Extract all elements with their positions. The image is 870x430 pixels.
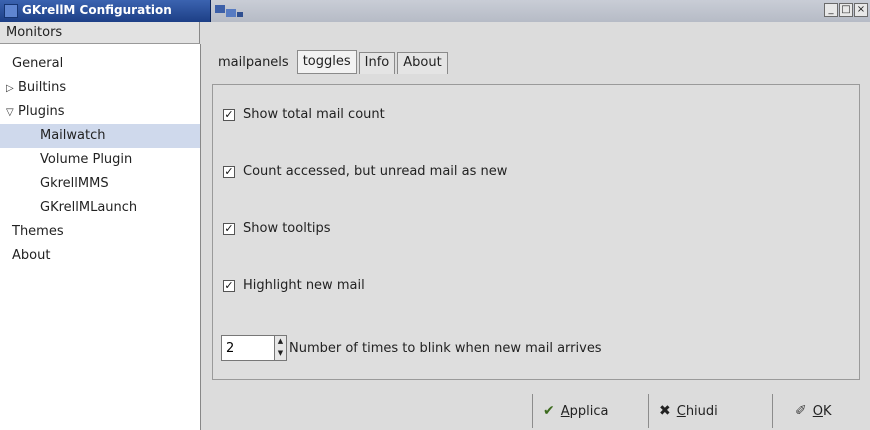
tree-item-label: General: [12, 56, 64, 71]
taskbar-decoration-icon: [215, 5, 243, 17]
window-title: GKrellM Configuration: [22, 3, 172, 17]
tab-bar: mailpanels toggles Info About: [212, 48, 450, 74]
blink-count-stepper[interactable]: ▲ ▼: [275, 335, 287, 361]
tree-item-label: About: [12, 248, 51, 263]
tree-item-general[interactable]: General: [0, 52, 200, 76]
tab-about[interactable]: About: [397, 52, 448, 74]
blink-count-label: Number of times to blink when new mail a…: [289, 340, 602, 356]
tree-item-builtins[interactable]: ▷ Builtins: [0, 76, 200, 100]
option-checkbox[interactable]: ✓: [223, 108, 235, 121]
close-window-button[interactable]: ×: [854, 3, 868, 17]
title-bar[interactable]: GKrellM Configuration _ □ ×: [0, 0, 870, 22]
ok-hand-icon: ✐: [795, 403, 807, 419]
tree-item-label: Mailwatch: [40, 128, 106, 143]
option-checkbox[interactable]: ✓: [223, 165, 235, 178]
window-controls: _ □ ×: [824, 3, 868, 17]
ok-button[interactable]: ✐ OK: [772, 394, 868, 428]
tree-item-label: Plugins: [18, 104, 65, 119]
option-label: Show total mail count: [243, 107, 385, 122]
close-label: Chiudi: [676, 403, 718, 419]
option-checkbox[interactable]: ✓: [223, 279, 235, 292]
tree-column-header[interactable]: Monitors: [0, 22, 200, 44]
tree-item-themes[interactable]: Themes: [0, 220, 200, 244]
apply-label: Applica: [560, 403, 609, 419]
tree-item-label: GKrellMLaunch: [40, 200, 138, 215]
option-label: Show tooltips: [243, 221, 331, 236]
option-row[interactable]: ✓ Show total mail count: [223, 107, 385, 122]
minimize-button[interactable]: _: [824, 3, 838, 17]
dialog-buttons: ✔ Applica ✖ Chiudi ✐ OK: [212, 393, 870, 430]
tab-mailpanels[interactable]: mailpanels: [212, 52, 295, 74]
close-button[interactable]: ✖ Chiudi: [648, 394, 760, 428]
tree-item-label: Builtins: [18, 80, 67, 95]
option-checkbox[interactable]: ✓: [223, 222, 235, 235]
monitors-tree: General ▷ Builtins ▽ Plugins Mailwatch Volume …: [0, 44, 201, 430]
tree-item-gkrellmms[interactable]: GkrellMMS: [0, 172, 200, 196]
option-row[interactable]: ✓ Count accessed, but unread mail as new: [223, 164, 507, 179]
checkmark-icon: ✔: [543, 403, 555, 419]
stepper-down-icon[interactable]: ▼: [275, 348, 286, 360]
tree-item-volume-plugin[interactable]: Volume Plugin: [0, 148, 200, 172]
blink-count-input[interactable]: [221, 335, 275, 361]
option-label: Highlight new mail: [243, 278, 365, 293]
option-row[interactable]: ✓ Show tooltips: [223, 221, 331, 236]
blink-count-row: ▲ ▼ Number of times to blink when new ma…: [221, 335, 602, 361]
tree-item-label: GkrellMMS: [40, 176, 109, 191]
configuration-window: GKrellM Configuration _ □ × Monitors Gen…: [0, 0, 870, 430]
toggles-panel: ▲ ▼ Number of times to blink when new ma…: [212, 84, 860, 380]
expanded-arrow-icon[interactable]: ▽: [6, 101, 18, 125]
title-tab[interactable]: GKrellM Configuration: [0, 0, 211, 22]
tree-item-label: Volume Plugin: [40, 152, 133, 167]
stepper-up-icon[interactable]: ▲: [275, 336, 286, 348]
tree-item-label: Themes: [12, 224, 64, 239]
option-row[interactable]: ✓ Highlight new mail: [223, 278, 365, 293]
option-label: Count accessed, but unread mail as new: [243, 164, 508, 179]
close-x-icon: ✖: [659, 403, 671, 419]
tree-item-gkrellmlaunch[interactable]: GKrellMLaunch: [0, 196, 200, 220]
tree-item-about[interactable]: About: [0, 244, 200, 268]
maximize-button[interactable]: □: [839, 3, 853, 17]
collapsed-arrow-icon[interactable]: ▷: [6, 77, 18, 101]
tree-item-plugins[interactable]: ▽ Plugins: [0, 100, 200, 124]
apply-button[interactable]: ✔ Applica: [532, 394, 648, 428]
ok-label: OK: [812, 403, 832, 419]
tab-info[interactable]: Info: [358, 52, 396, 74]
tab-toggles[interactable]: toggles: [296, 50, 357, 74]
app-icon: [4, 4, 18, 18]
tree-item-mailwatch[interactable]: Mailwatch: [0, 124, 200, 148]
